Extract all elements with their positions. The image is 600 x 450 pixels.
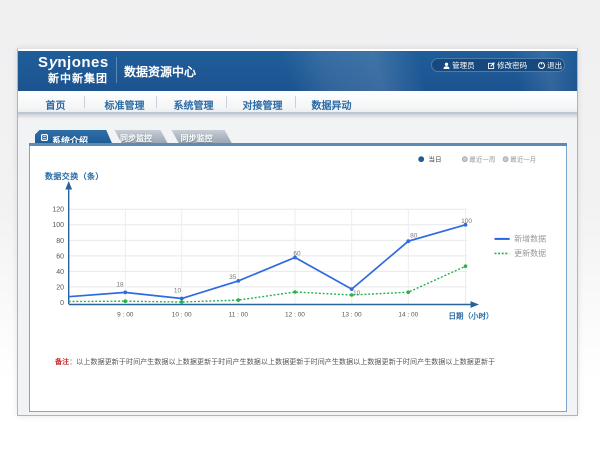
svg-text:数据交换（条）: 数据交换（条）: [45, 171, 104, 181]
svg-text:日期（小时）: 日期（小时）: [449, 310, 494, 320]
svg-text:最近一月: 最近一月: [510, 154, 536, 163]
svg-text:40: 40: [56, 268, 64, 275]
svg-text:12 : 00: 12 : 00: [285, 311, 305, 318]
svg-text:60: 60: [56, 253, 64, 260]
svg-text:最近一周: 最近一周: [469, 154, 495, 163]
svg-text:新增数据: 新增数据: [514, 233, 546, 243]
svg-text:80: 80: [56, 237, 64, 244]
svg-text:18: 18: [116, 281, 124, 288]
svg-text:35: 35: [229, 274, 237, 281]
svg-text:60: 60: [293, 250, 301, 257]
svg-text:14 : 00: 14 : 00: [398, 311, 418, 318]
svg-text:更新数据: 更新数据: [514, 248, 546, 258]
svg-text:0: 0: [60, 299, 64, 306]
svg-text:当日: 当日: [429, 154, 442, 163]
svg-text:10: 10: [174, 287, 182, 294]
svg-text:10 : 00: 10 : 00: [172, 311, 192, 318]
svg-text:100: 100: [52, 222, 64, 229]
svg-text:10: 10: [353, 289, 361, 296]
svg-text:13 : 00: 13 : 00: [342, 311, 362, 318]
svg-text:11 : 00: 11 : 00: [229, 311, 249, 318]
svg-text:80: 80: [410, 232, 418, 239]
svg-text:120: 120: [52, 206, 64, 213]
svg-text:9 : 00: 9 : 00: [117, 311, 134, 318]
svg-text:20: 20: [56, 284, 64, 291]
svg-text:100: 100: [461, 217, 472, 224]
